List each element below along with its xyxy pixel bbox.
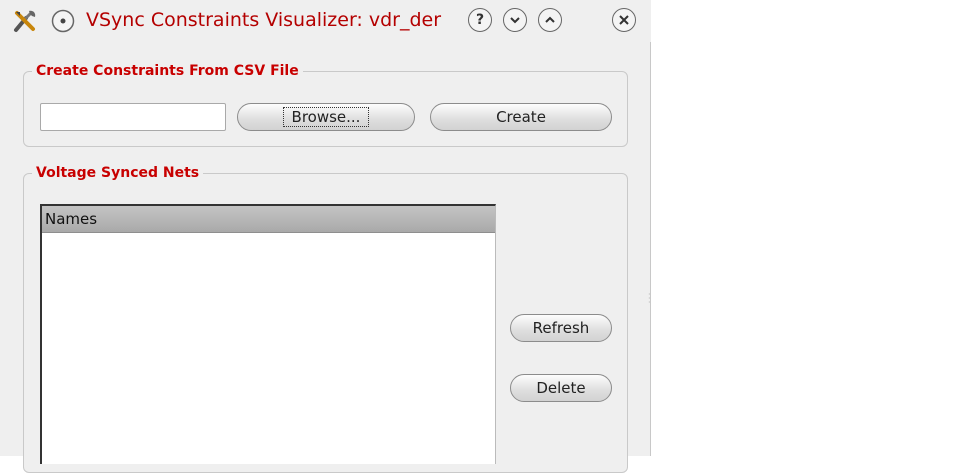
help-icon[interactable]: ?: [468, 8, 492, 32]
browse-button-label: Browse...: [282, 107, 370, 127]
window-title: VSync Constraints Visualizer: vdr_der: [86, 9, 442, 31]
create-button[interactable]: Create: [430, 103, 612, 131]
window-menu-icon[interactable]: [50, 8, 76, 34]
tools-icon[interactable]: [12, 8, 38, 34]
csv-group: Create Constraints From CSV File Browse.…: [23, 62, 628, 147]
title-bar[interactable]: VSync Constraints Visualizer: vdr_der ?: [0, 0, 651, 42]
browse-button[interactable]: Browse...: [237, 103, 415, 131]
nets-group: Voltage Synced Nets Names Refresh Delete: [23, 164, 628, 473]
nets-list[interactable]: Names: [40, 204, 496, 464]
csv-file-input[interactable]: [40, 103, 226, 131]
maximize-icon[interactable]: [538, 8, 562, 32]
refresh-button-label: Refresh: [532, 319, 590, 337]
delete-button[interactable]: Delete: [510, 374, 612, 402]
vsync-window: VSync Constraints Visualizer: vdr_der ? …: [0, 0, 651, 473]
column-header-names[interactable]: Names: [42, 206, 495, 233]
csv-group-title: Create Constraints From CSV File: [32, 62, 303, 80]
minimize-icon[interactable]: [503, 8, 527, 32]
close-icon[interactable]: [612, 8, 636, 32]
create-button-label: Create: [496, 108, 546, 126]
resize-grip[interactable]: · · ·: [648, 291, 651, 307]
nets-group-title: Voltage Synced Nets: [32, 164, 204, 182]
refresh-button[interactable]: Refresh: [510, 314, 612, 342]
delete-button-label: Delete: [536, 379, 586, 397]
